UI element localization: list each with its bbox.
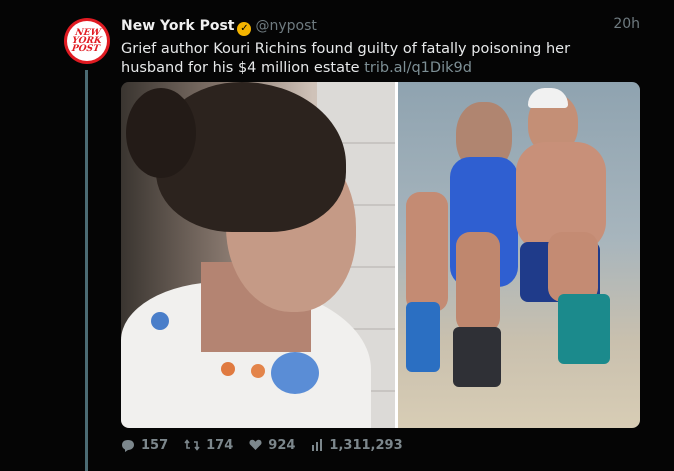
display-name[interactable]: New York Post [121, 18, 234, 34]
flower-print [151, 312, 169, 330]
verified-icon: ✓ [237, 22, 252, 36]
like-count: 924 [268, 437, 296, 453]
reply-button[interactable]: 157 [121, 438, 168, 453]
tweet-header: New York Post ✓ @nypost 20h [121, 15, 640, 37]
tweet-text-content: Grief author Kouri Richins found guilty … [121, 41, 571, 76]
retweet-button[interactable]: 174 [184, 438, 233, 453]
child-body [456, 232, 500, 332]
avatar[interactable]: NEW YORK POST [64, 18, 110, 64]
child-shorts [453, 327, 501, 387]
avatar-logo-text: NEW YORK POST [71, 28, 103, 54]
handle[interactable]: @nypost [255, 18, 316, 34]
views-chart-icon [312, 439, 323, 451]
reply-count: 157 [141, 437, 169, 453]
flower-print [221, 362, 235, 376]
child-shorts [406, 302, 440, 372]
avatar-logo: NEW YORK POST [67, 21, 107, 61]
tweet-text: Grief author Kouri Richins found guilty … [121, 40, 636, 78]
flower-print [251, 364, 265, 378]
reply-icon [122, 439, 134, 452]
hair-bun [126, 88, 196, 178]
child-body [406, 192, 448, 312]
thread-line [85, 70, 88, 471]
views-button[interactable]: 1,311,293 [311, 437, 403, 453]
heart-icon [249, 439, 262, 450]
retweet-icon [184, 439, 200, 451]
retweet-count: 174 [206, 437, 234, 453]
tweet-link[interactable]: trib.al/q1Dik9d [364, 60, 472, 76]
child-body [548, 232, 598, 302]
child-shorts [558, 294, 610, 364]
views-count: 1,311,293 [329, 437, 403, 453]
photo-family-beach[interactable] [398, 82, 640, 428]
photo-courtroom[interactable] [121, 82, 395, 428]
tweet-actions: 157 174 924 1,311,293 [121, 436, 403, 454]
flower-print [271, 352, 319, 394]
tweet-media[interactable] [121, 82, 640, 428]
person-cap [528, 88, 568, 108]
like-button[interactable]: 924 [249, 438, 295, 453]
timestamp[interactable]: 20h [613, 16, 640, 32]
